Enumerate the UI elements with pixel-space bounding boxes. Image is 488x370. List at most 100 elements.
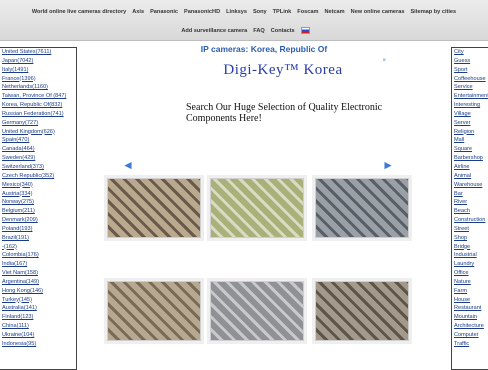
country-link[interactable]: Taiwan, Province Of (847) <box>0 92 76 101</box>
country-link[interactable]: China(111) <box>0 322 76 331</box>
country-link[interactable]: Finland(123) <box>0 313 76 322</box>
category-link[interactable]: Street <box>452 225 488 234</box>
country-link[interactable]: United Kingdom(626) <box>0 128 76 137</box>
category-link[interactable]: Beach <box>452 207 488 216</box>
nav-link[interactable]: PanasonicHD <box>184 9 220 15</box>
category-link[interactable]: City <box>452 48 488 57</box>
category-link[interactable]: Restaurant <box>452 304 488 313</box>
nav-link[interactable]: Axis <box>132 9 144 15</box>
country-link[interactable]: Korea, Republic Of(832) <box>0 101 76 110</box>
advertisement[interactable]: Digi-Key™ Korea × Search Our Huge Select… <box>180 58 386 208</box>
ad-brand[interactable]: Digi-Key™ Korea <box>180 62 386 79</box>
country-link[interactable]: France(1396) <box>0 75 76 84</box>
next-page-arrow-icon[interactable]: ► <box>382 159 394 171</box>
nav-link[interactable]: New online cameras <box>351 9 405 15</box>
category-link[interactable]: Bar <box>452 190 488 199</box>
category-link[interactable]: Construction <box>452 216 488 225</box>
country-link[interactable]: Viet Nam(158) <box>0 269 76 278</box>
camera-thumbnail[interactable] <box>107 178 201 238</box>
nav-link[interactable]: TPLink <box>273 9 292 15</box>
category-link[interactable]: Sport <box>452 66 488 75</box>
category-link[interactable]: Square <box>452 145 488 154</box>
camera-thumbnail[interactable] <box>210 178 304 238</box>
camera-thumbnail[interactable] <box>315 281 409 341</box>
country-link[interactable]: Belgium(211) <box>0 207 76 216</box>
country-link[interactable]: Poland(193) <box>0 225 76 234</box>
nav-row-secondary: Add surveillance camera FAQ Contacts <box>0 27 488 34</box>
category-link[interactable]: River <box>452 198 488 207</box>
nav-link[interactable]: World online live cameras directory <box>32 9 126 15</box>
category-link[interactable]: Animal <box>452 172 488 181</box>
country-link[interactable]: Indonesia(95) <box>0 340 76 349</box>
country-link[interactable]: Czech Republic(352) <box>0 172 76 181</box>
category-link[interactable]: Office <box>452 269 488 278</box>
prev-page-arrow-icon[interactable]: ◄ <box>122 159 134 171</box>
country-link[interactable]: Brazil(191) <box>0 234 76 243</box>
country-link[interactable]: Netherlands(1160) <box>0 83 76 92</box>
category-link[interactable]: Service <box>452 83 488 92</box>
country-link[interactable]: -(162) <box>0 243 76 252</box>
country-link[interactable]: Germany(727) <box>0 119 76 128</box>
ad-close-icon[interactable]: × <box>382 58 386 64</box>
country-link[interactable]: Turkey(145) <box>0 296 76 305</box>
category-link[interactable]: Barbershop <box>452 154 488 163</box>
category-link[interactable]: Shop <box>452 234 488 243</box>
category-link[interactable]: Laundry <box>452 260 488 269</box>
camera-thumbnail[interactable] <box>315 178 409 238</box>
category-link[interactable]: Mountain <box>452 313 488 322</box>
camera-thumbnail[interactable] <box>107 281 201 341</box>
country-link[interactable]: Argentina(149) <box>0 278 76 287</box>
category-link[interactable]: Interesting <box>452 101 488 110</box>
nav-link[interactable]: Panasonic <box>150 9 178 15</box>
russian-flag-icon[interactable] <box>300 27 310 34</box>
country-link[interactable]: India(167) <box>0 260 76 269</box>
category-link[interactable]: Mall <box>452 136 488 145</box>
category-link[interactable]: Bridge <box>452 243 488 252</box>
country-link[interactable]: Sweden(429) <box>0 154 76 163</box>
nav-link[interactable]: Contacts <box>271 28 295 34</box>
category-sidebar: City Guess Sport Coffeehouse Service Entertai… <box>451 47 488 370</box>
category-link[interactable]: Farm <box>452 287 488 296</box>
category-link[interactable]: Nature <box>452 278 488 287</box>
category-link[interactable]: Server <box>452 119 488 128</box>
country-link[interactable]: Italy(1491) <box>0 66 76 75</box>
nav-row-primary: World online live cameras directory Axis P… <box>0 9 488 15</box>
nav-link[interactable]: Sony <box>253 9 267 15</box>
nav-link[interactable]: Foscam <box>297 9 318 15</box>
category-link[interactable]: Architecture <box>452 322 488 331</box>
nav-link[interactable]: Sitemap by cities <box>410 9 456 15</box>
nav-link[interactable]: Netcam <box>324 9 344 15</box>
ad-text[interactable]: Search Our Huge Selection of Quality Ele… <box>186 102 386 124</box>
top-navigation: World online live cameras directory Axis P… <box>0 0 488 41</box>
country-link[interactable]: Austria(334) <box>0 190 76 199</box>
category-link[interactable]: Traffic <box>452 340 488 349</box>
category-link[interactable]: Entertainment <box>452 92 488 101</box>
nav-link[interactable]: Add surveillance camera <box>181 28 247 34</box>
category-link[interactable]: Guess <box>452 57 488 66</box>
pagination: ◄ ► <box>122 159 394 171</box>
category-link[interactable]: Warehouse <box>452 181 488 190</box>
country-link[interactable]: Norway(275) <box>0 198 76 207</box>
country-link[interactable]: Hong Kong(146) <box>0 287 76 296</box>
country-link[interactable]: Russian Federation(741) <box>0 110 76 119</box>
country-link[interactable]: Australia(141) <box>0 304 76 313</box>
nav-link[interactable]: Linksys <box>226 9 247 15</box>
category-link[interactable]: Airline <box>452 163 488 172</box>
nav-link[interactable]: FAQ <box>253 28 265 34</box>
category-link[interactable]: Village <box>452 110 488 119</box>
category-link[interactable]: Computer <box>452 331 488 340</box>
country-link[interactable]: Colombia(176) <box>0 251 76 260</box>
category-link[interactable]: Religion <box>452 128 488 137</box>
country-link[interactable]: Spain(470) <box>0 136 76 145</box>
country-link[interactable]: United States(7611) <box>0 48 76 57</box>
category-link[interactable]: Coffeehouse <box>452 75 488 84</box>
country-link[interactable]: Switzerland(373) <box>0 163 76 172</box>
country-link[interactable]: Mexico(340) <box>0 181 76 190</box>
country-link[interactable]: Ukraine(104) <box>0 331 76 340</box>
country-link[interactable]: Denmark(209) <box>0 216 76 225</box>
camera-thumbnail[interactable] <box>210 281 304 341</box>
category-link[interactable]: House <box>452 296 488 305</box>
country-link[interactable]: Japan(7042) <box>0 57 76 66</box>
category-link[interactable]: Industrial <box>452 251 488 260</box>
country-link[interactable]: Canada(464) <box>0 145 76 154</box>
